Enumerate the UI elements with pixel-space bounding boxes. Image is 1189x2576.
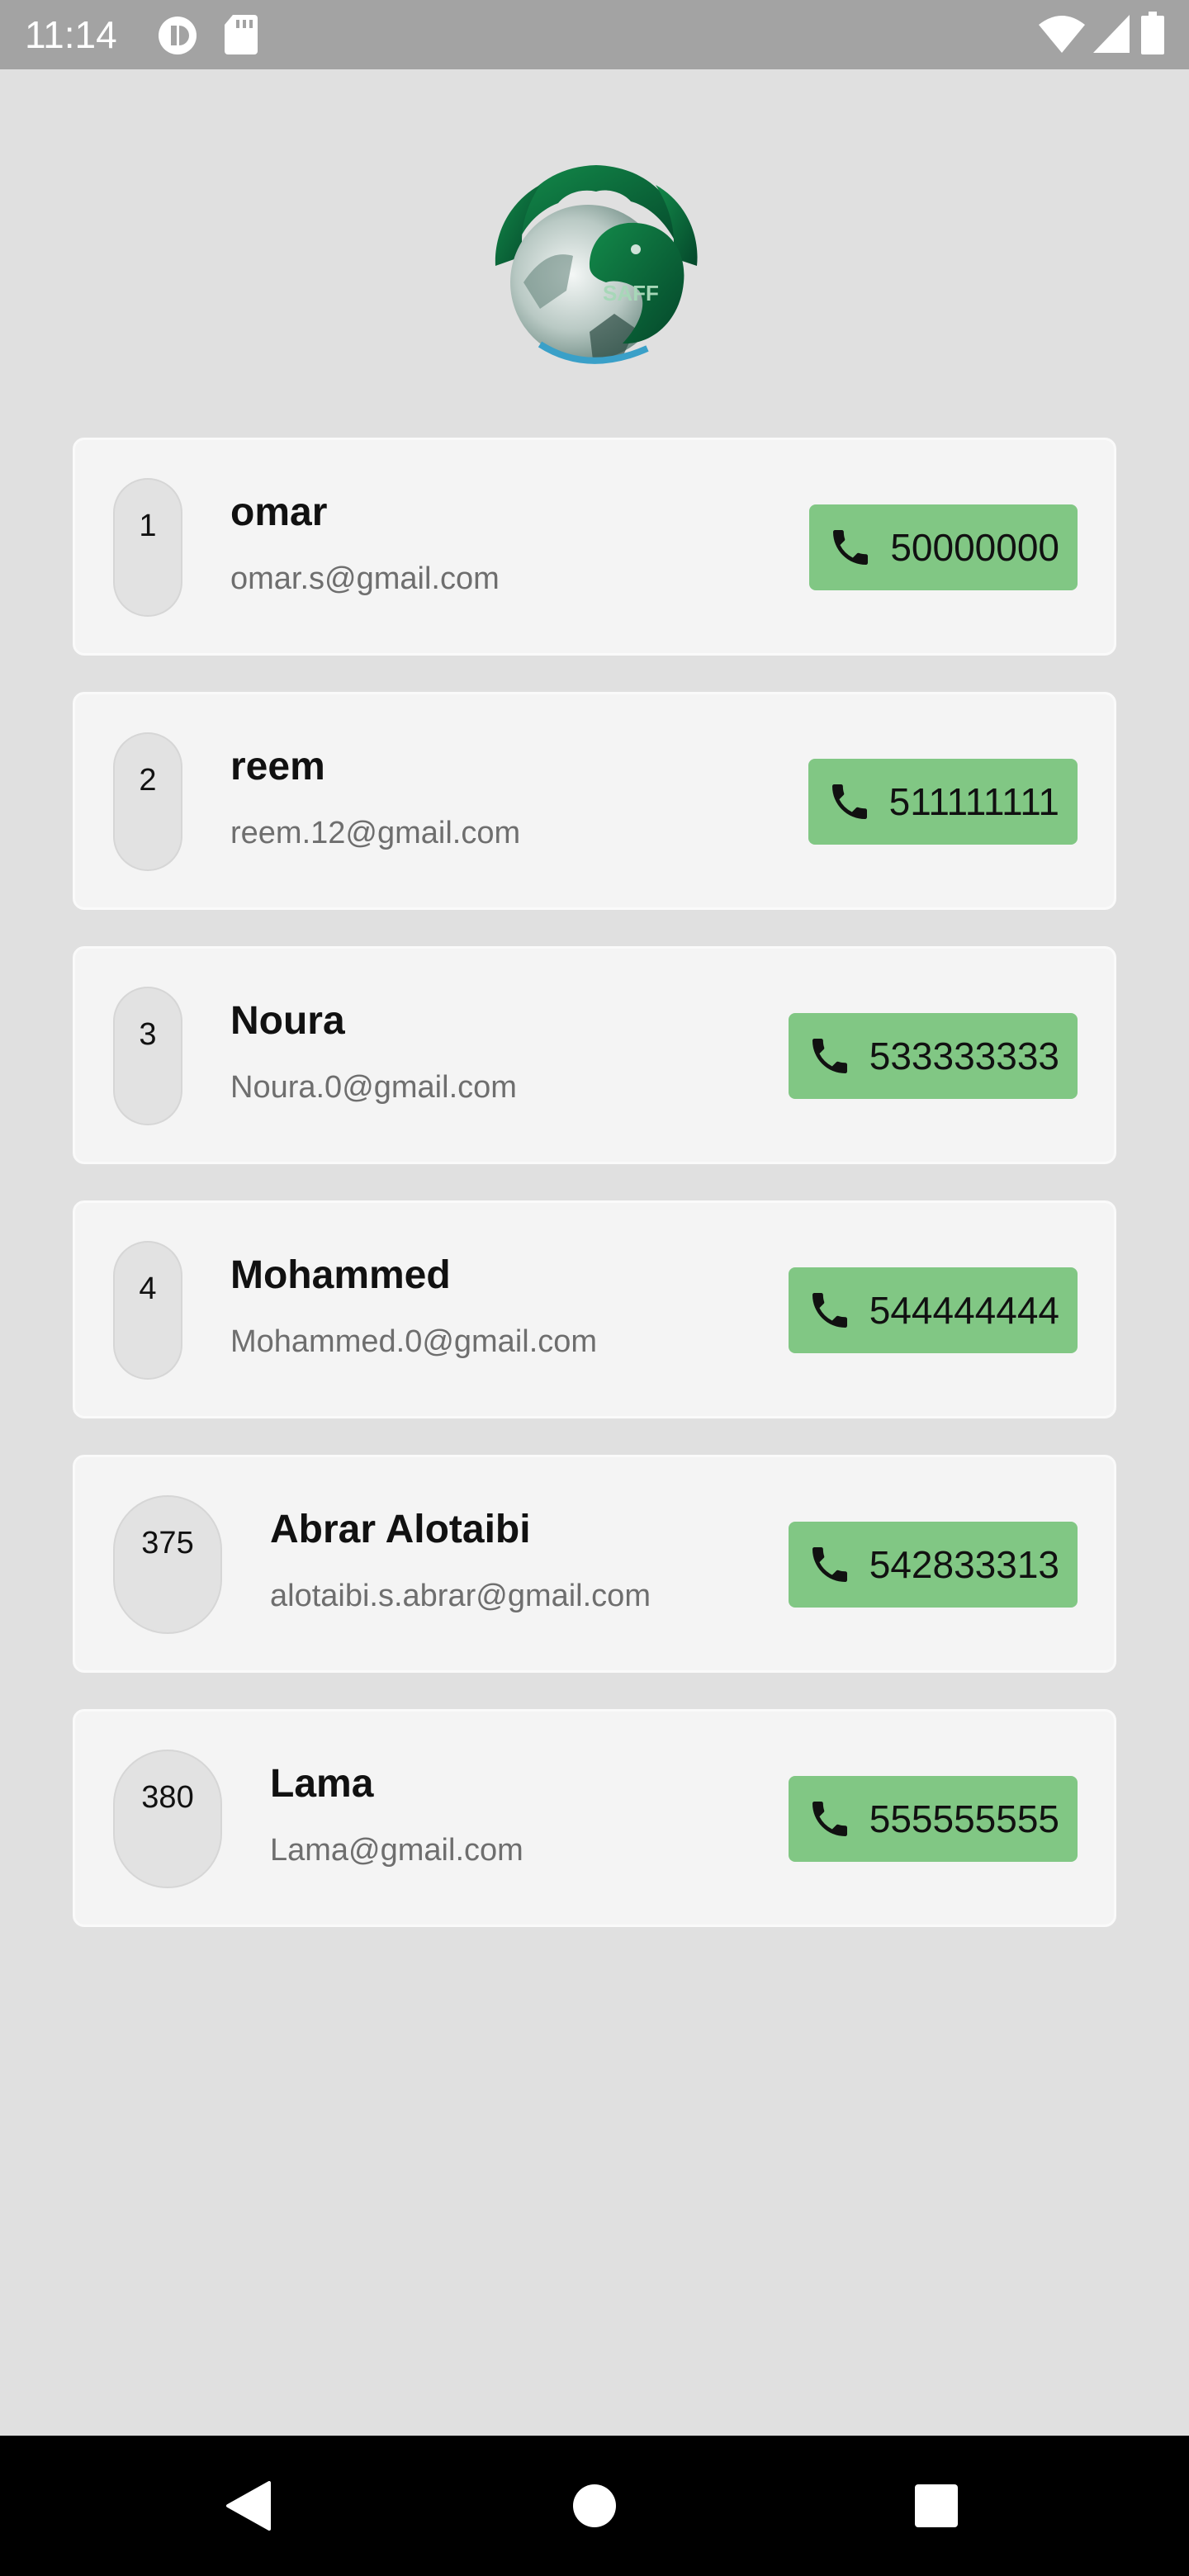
contact-card[interactable]: 375 Abrar Alotaibi alotaibi.s.abrar@gmai… xyxy=(73,1455,1116,1673)
phone-icon xyxy=(833,530,869,565)
back-button[interactable] xyxy=(173,2436,322,2576)
battery-icon xyxy=(1141,12,1164,54)
phone-number: 533333333 xyxy=(869,1035,1059,1077)
contact-name: omar xyxy=(230,490,328,534)
sd-card-icon xyxy=(225,15,258,54)
cell-signal-icon xyxy=(1093,15,1130,53)
contact-card[interactable]: 4 Mohammed Mohammed.0@gmail.com 54444444… xyxy=(73,1200,1116,1418)
contact-id-badge: 1 xyxy=(113,478,182,617)
phone-number: 555555555 xyxy=(869,1797,1059,1840)
phone-icon xyxy=(812,1293,847,1328)
recents-button[interactable] xyxy=(862,2436,1011,2576)
logo-text: SAFF xyxy=(603,281,659,305)
phone-icon xyxy=(812,1039,847,1073)
contact-id-badge: 3 xyxy=(113,987,182,1125)
contact-card[interactable]: 380 Lama Lama@gmail.com 555555555 xyxy=(73,1709,1116,1927)
phone-icon xyxy=(831,784,867,819)
contact-id-badge: 380 xyxy=(113,1750,222,1888)
contact-email: Lama@gmail.com xyxy=(270,1833,523,1868)
contact-name: reem xyxy=(230,745,325,788)
contact-name: Lama xyxy=(270,1762,374,1806)
contact-email: Mohammed.0@gmail.com xyxy=(230,1324,598,1359)
back-icon xyxy=(226,2481,271,2531)
call-button[interactable]: 511111111 xyxy=(808,759,1078,845)
status-bar: 11:14 xyxy=(0,0,1189,69)
contact-email: reem.12@gmail.com xyxy=(230,816,521,850)
contact-name: Mohammed xyxy=(230,1253,451,1297)
status-time: 11:14 xyxy=(25,13,117,56)
contact-card[interactable]: 2 reem reem.12@gmail.com 511111111 xyxy=(73,692,1116,910)
contact-id-badge: 4 xyxy=(113,1241,182,1380)
contact-card[interactable]: 1 omar omar.s@gmail.com 50000000 xyxy=(73,438,1116,656)
call-button[interactable]: 50000000 xyxy=(809,504,1078,590)
contact-name: Noura xyxy=(230,999,345,1043)
phone-number: 50000000 xyxy=(890,526,1059,569)
home-icon xyxy=(573,2484,616,2527)
contact-email: Noura.0@gmail.com xyxy=(230,1070,517,1105)
navigation-bar xyxy=(0,2436,1189,2576)
call-button[interactable]: 542833313 xyxy=(788,1522,1078,1608)
home-button[interactable] xyxy=(520,2436,669,2576)
call-button[interactable]: 544444444 xyxy=(788,1267,1078,1353)
recents-icon xyxy=(915,2484,958,2527)
phone-number: 511111111 xyxy=(888,780,1059,823)
contact-list: 1 omar omar.s@gmail.com 50000000 2 reem … xyxy=(73,438,1116,1963)
phone-icon xyxy=(812,1802,847,1836)
contact-email: alotaibi.s.abrar@gmail.com xyxy=(270,1579,651,1613)
call-button[interactable]: 533333333 xyxy=(788,1013,1078,1099)
circle-app-icon xyxy=(159,17,197,54)
phone-icon xyxy=(812,1547,847,1582)
phone-number: 542833313 xyxy=(869,1543,1059,1586)
phone-number: 544444444 xyxy=(869,1289,1059,1332)
contact-card[interactable]: 3 Noura Noura.0@gmail.com 533333333 xyxy=(73,946,1116,1164)
contact-name: Abrar Alotaibi xyxy=(270,1508,531,1551)
saff-logo: SAFF xyxy=(495,165,698,364)
contact-id-badge: 2 xyxy=(113,732,182,871)
call-button[interactable]: 555555555 xyxy=(788,1776,1078,1862)
contact-id-badge: 375 xyxy=(113,1495,222,1634)
wifi-icon xyxy=(1039,16,1085,53)
contact-email: omar.s@gmail.com xyxy=(230,561,500,596)
